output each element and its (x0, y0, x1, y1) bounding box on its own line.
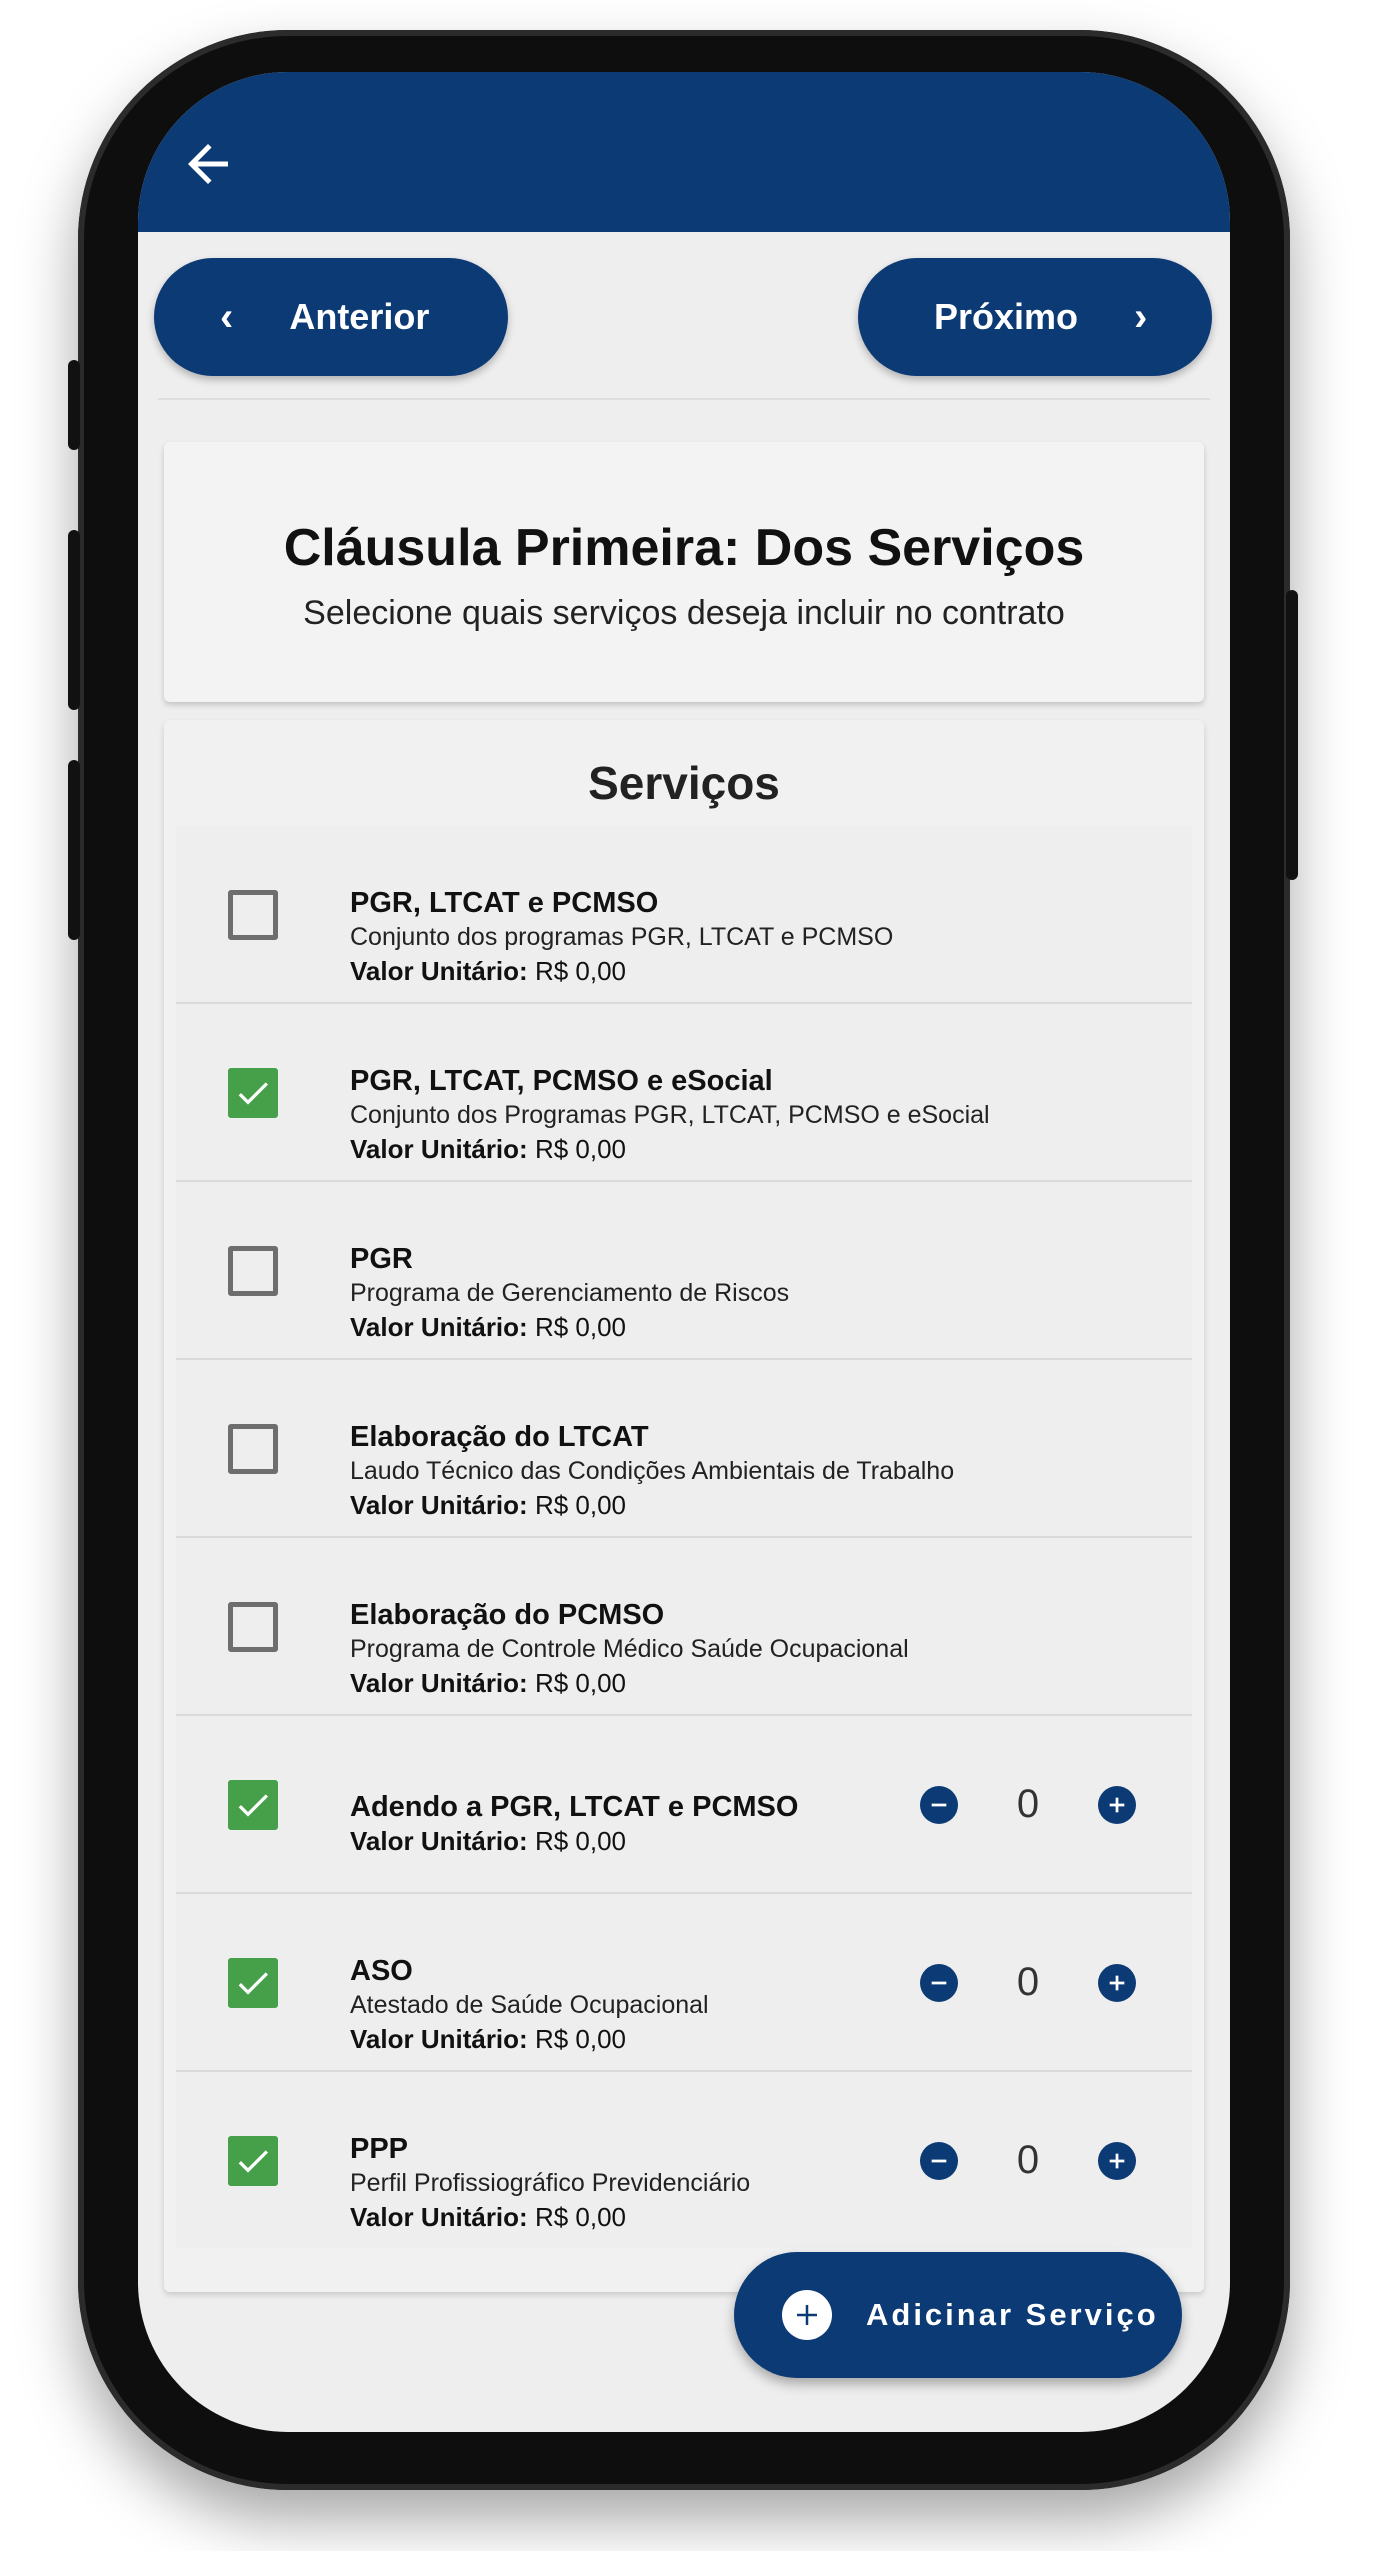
clause-subtitle: Selecione quais serviços deseja incluir … (303, 594, 1065, 632)
service-name: Elaboração do LTCAT (350, 1421, 649, 1453)
service-description: Laudo Técnico das Condições Ambientais d… (350, 1457, 955, 1485)
next-button-label: Próximo (934, 296, 1079, 337)
service-checkbox[interactable] (228, 1780, 278, 1830)
service-info: ASO Atestado de Saúde Ocupacional Valor Un… (350, 1954, 709, 2056)
price-label: Valor Unitário: (350, 1490, 528, 1520)
service-price: Valor Unitário: R$ 0,00 (350, 1132, 990, 1166)
quantity-stepper: 0 (920, 2136, 1136, 2186)
price-label: Valor Unitário: (350, 1312, 528, 1342)
service-row[interactable]: ASO Atestado de Saúde Ocupacional Valor Un… (176, 1894, 1192, 2072)
plus-circle-icon[interactable] (1098, 1964, 1136, 2002)
phone-side-button (68, 530, 80, 710)
phone-side-button (68, 360, 80, 450)
quantity-stepper: 0 (920, 1958, 1136, 2008)
service-price: Valor Unitário: R$ 0,00 (350, 1488, 954, 1522)
service-checkbox[interactable] (228, 1068, 278, 1118)
service-row[interactable]: PGR Programa de Gerenciamento de Riscos Va… (176, 1182, 1192, 1360)
service-description: Conjunto dos programas PGR, LTCAT e PCMS… (350, 923, 894, 951)
service-price: Valor Unitário: R$ 0,00 (350, 1666, 909, 1700)
add-service-label: Adicinar Serviço (866, 2297, 1159, 2332)
add-circle-icon (782, 2290, 832, 2340)
service-price: Valor Unitário: R$ 0,00 (350, 1824, 798, 1858)
plus-circle-icon[interactable] (1098, 1786, 1136, 1824)
service-info: PPP Perfil Profissiográfico Previdenciári… (350, 2132, 750, 2234)
price-label: Valor Unitário: (350, 2024, 528, 2054)
plus-circle-icon[interactable] (1098, 2142, 1136, 2180)
service-row[interactable]: Elaboração do LTCAT Laudo Técnico das Con… (176, 1360, 1192, 1538)
previous-button-label: Anterior (289, 296, 430, 337)
clause-header-card: Cláusula Primeira: Dos Serviços Selecion… (164, 442, 1204, 702)
price-label: Valor Unitário: (350, 2202, 528, 2232)
service-row[interactable]: PPP Perfil Profissiográfico Previdenciári… (176, 2072, 1192, 2248)
service-info: PGR, LTCAT, PCMSO e eSocial Conjunto dos … (350, 1064, 990, 1166)
price-value: R$ 0,00 (534, 1668, 627, 1698)
price-value: R$ 0,00 (534, 1490, 627, 1520)
previous-button[interactable]: ‹ Anterior (154, 258, 508, 376)
chevron-left-icon: ‹ (220, 294, 234, 339)
services-list: PGR, LTCAT e PCMSO Conjunto dos programas… (176, 826, 1192, 2248)
service-checkbox[interactable] (228, 1602, 278, 1652)
service-info: PGR, LTCAT e PCMSO Conjunto dos programas… (350, 886, 893, 988)
price-value: R$ 0,00 (534, 1134, 627, 1164)
service-checkbox[interactable] (228, 1246, 278, 1296)
price-value: R$ 0,00 (534, 1312, 627, 1342)
service-description: Programa de Gerenciamento de Riscos (350, 1279, 790, 1307)
service-name: Elaboração do PCMSO (350, 1599, 665, 1631)
service-description: Atestado de Saúde Ocupacional (350, 1991, 709, 2019)
service-checkbox[interactable] (228, 890, 278, 940)
service-price: Valor Unitário: R$ 0,00 (350, 2022, 709, 2056)
service-name: Adendo a PGR, LTCAT e PCMSO (350, 1791, 799, 1823)
check-icon (238, 1972, 268, 1995)
service-description: Conjunto dos Programas PGR, LTCAT, PCMSO… (350, 1101, 990, 1129)
quantity-stepper: 0 (920, 1780, 1136, 1830)
service-row[interactable]: Elaboração do PCMSO Programa de Controle … (176, 1538, 1192, 1716)
service-checkbox[interactable] (228, 1424, 278, 1474)
add-service-button[interactable]: Adicinar Serviço (734, 2252, 1182, 2378)
service-name: ASO (350, 1955, 413, 1987)
service-info: Elaboração do LTCAT Laudo Técnico das Con… (350, 1420, 954, 1522)
service-checkbox[interactable] (228, 1958, 278, 2008)
services-card: Serviços PGR, LTCAT e PCMSO Conjunto dos … (164, 720, 1204, 2292)
service-info: Adendo a PGR, LTCAT e PCMSO Valor Unitári… (350, 1790, 798, 1858)
price-label: Valor Unitário: (350, 1826, 528, 1856)
phone-side-button (68, 760, 80, 940)
service-info: Elaboração do PCMSO Programa de Controle … (350, 1598, 909, 1700)
service-checkbox[interactable] (228, 2136, 278, 2186)
service-name: PPP (350, 2133, 409, 2165)
price-value: R$ 0,00 (534, 956, 627, 986)
price-label: Valor Unitário: (350, 1134, 528, 1164)
phone-side-button (1286, 590, 1298, 880)
next-button[interactable]: Próximo › (858, 258, 1212, 376)
check-icon (238, 1082, 268, 1105)
price-value: R$ 0,00 (534, 2024, 627, 2054)
service-name: PGR, LTCAT e PCMSO (350, 887, 659, 919)
price-value: R$ 0,00 (534, 2202, 627, 2232)
price-value: R$ 0,00 (534, 1826, 627, 1856)
services-title: Serviços (588, 757, 780, 809)
service-description: Perfil Profissiográfico Previdenciário (350, 2169, 751, 2197)
divider (158, 398, 1210, 400)
price-label: Valor Unitário: (350, 956, 528, 986)
service-price: Valor Unitário: R$ 0,00 (350, 1310, 789, 1344)
service-row[interactable]: Adendo a PGR, LTCAT e PCMSO Valor Unitári… (176, 1716, 1192, 1894)
clause-title: Cláusula Primeira: Dos Serviços (283, 519, 1085, 577)
app-screen: ‹ Anterior Próximo › Cláusula Primeira: … (138, 72, 1230, 2432)
app-bar (138, 72, 1230, 232)
price-label: Valor Unitário: (350, 1668, 528, 1698)
arrow-left-icon[interactable] (178, 134, 238, 194)
check-icon (238, 2150, 268, 2173)
service-name: PGR, LTCAT, PCMSO e eSocial (350, 1065, 773, 1097)
check-icon (238, 1794, 268, 1817)
service-row[interactable]: PGR, LTCAT, PCMSO e eSocial Conjunto dos … (176, 1004, 1192, 1182)
service-row[interactable]: PGR, LTCAT e PCMSO Conjunto dos programas… (176, 826, 1192, 1004)
service-name: PGR (350, 1243, 413, 1275)
service-info: PGR Programa de Gerenciamento de Riscos Va… (350, 1242, 789, 1344)
service-price: Valor Unitário: R$ 0,00 (350, 954, 893, 988)
service-price: Valor Unitário: R$ 0,00 (350, 2200, 750, 2234)
service-description: Programa de Controle Médico Saúde Ocupac… (350, 1635, 909, 1663)
chevron-right-icon: › (1134, 294, 1148, 339)
